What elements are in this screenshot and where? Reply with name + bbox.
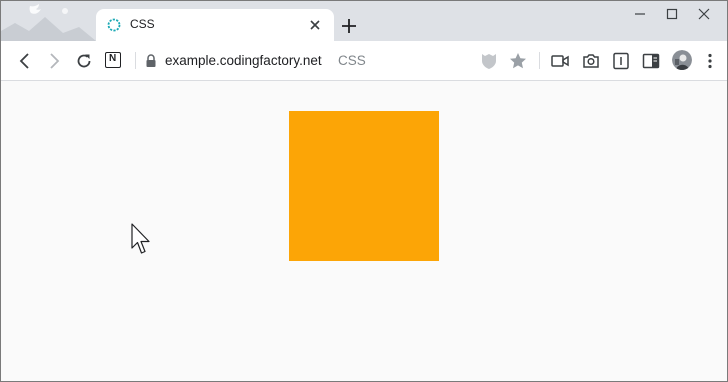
mouse-pointer-icon xyxy=(131,223,150,254)
arrow-left-icon[interactable] xyxy=(15,51,35,71)
notion-letter: N xyxy=(109,53,117,64)
reload-icon[interactable] xyxy=(74,51,94,71)
reader-mode-icon[interactable] xyxy=(611,51,631,71)
notion-extension-button[interactable]: N xyxy=(105,52,121,68)
plus-icon[interactable] xyxy=(339,16,359,36)
camera-icon[interactable] xyxy=(581,51,601,71)
toolbar-divider xyxy=(135,52,136,69)
window-close-icon[interactable] xyxy=(689,5,719,23)
browser-toolbar: N example.codingfactory.net CSS xyxy=(1,41,727,81)
url-page-title[interactable]: CSS xyxy=(338,53,366,68)
tab-title: CSS xyxy=(130,17,155,31)
close-icon[interactable] xyxy=(307,17,323,33)
theme-artwork xyxy=(1,1,101,41)
page-content xyxy=(1,81,727,381)
url-host[interactable]: example.codingfactory.net xyxy=(165,53,322,68)
avatar[interactable] xyxy=(672,50,692,70)
arrow-right-icon[interactable] xyxy=(44,51,64,71)
browser-window: CSS N example.codingfactory.net CSS xyxy=(0,0,728,382)
orange-square-box xyxy=(289,111,439,261)
maximize-icon[interactable] xyxy=(657,5,687,23)
side-panel-icon[interactable] xyxy=(641,51,661,71)
tab-css[interactable]: CSS xyxy=(96,9,334,41)
video-camera-icon[interactable] xyxy=(550,51,570,71)
lock-icon[interactable] xyxy=(144,53,158,69)
minimize-icon[interactable] xyxy=(625,5,655,23)
profile-photo-icon xyxy=(672,50,692,70)
more-vertical-icon[interactable] xyxy=(700,51,720,71)
shield-extension-icon[interactable] xyxy=(479,51,499,71)
star-icon[interactable] xyxy=(508,51,528,71)
loading-spinner-icon xyxy=(107,18,121,32)
title-bar: CSS xyxy=(1,1,727,41)
toolbar-divider xyxy=(539,52,540,69)
